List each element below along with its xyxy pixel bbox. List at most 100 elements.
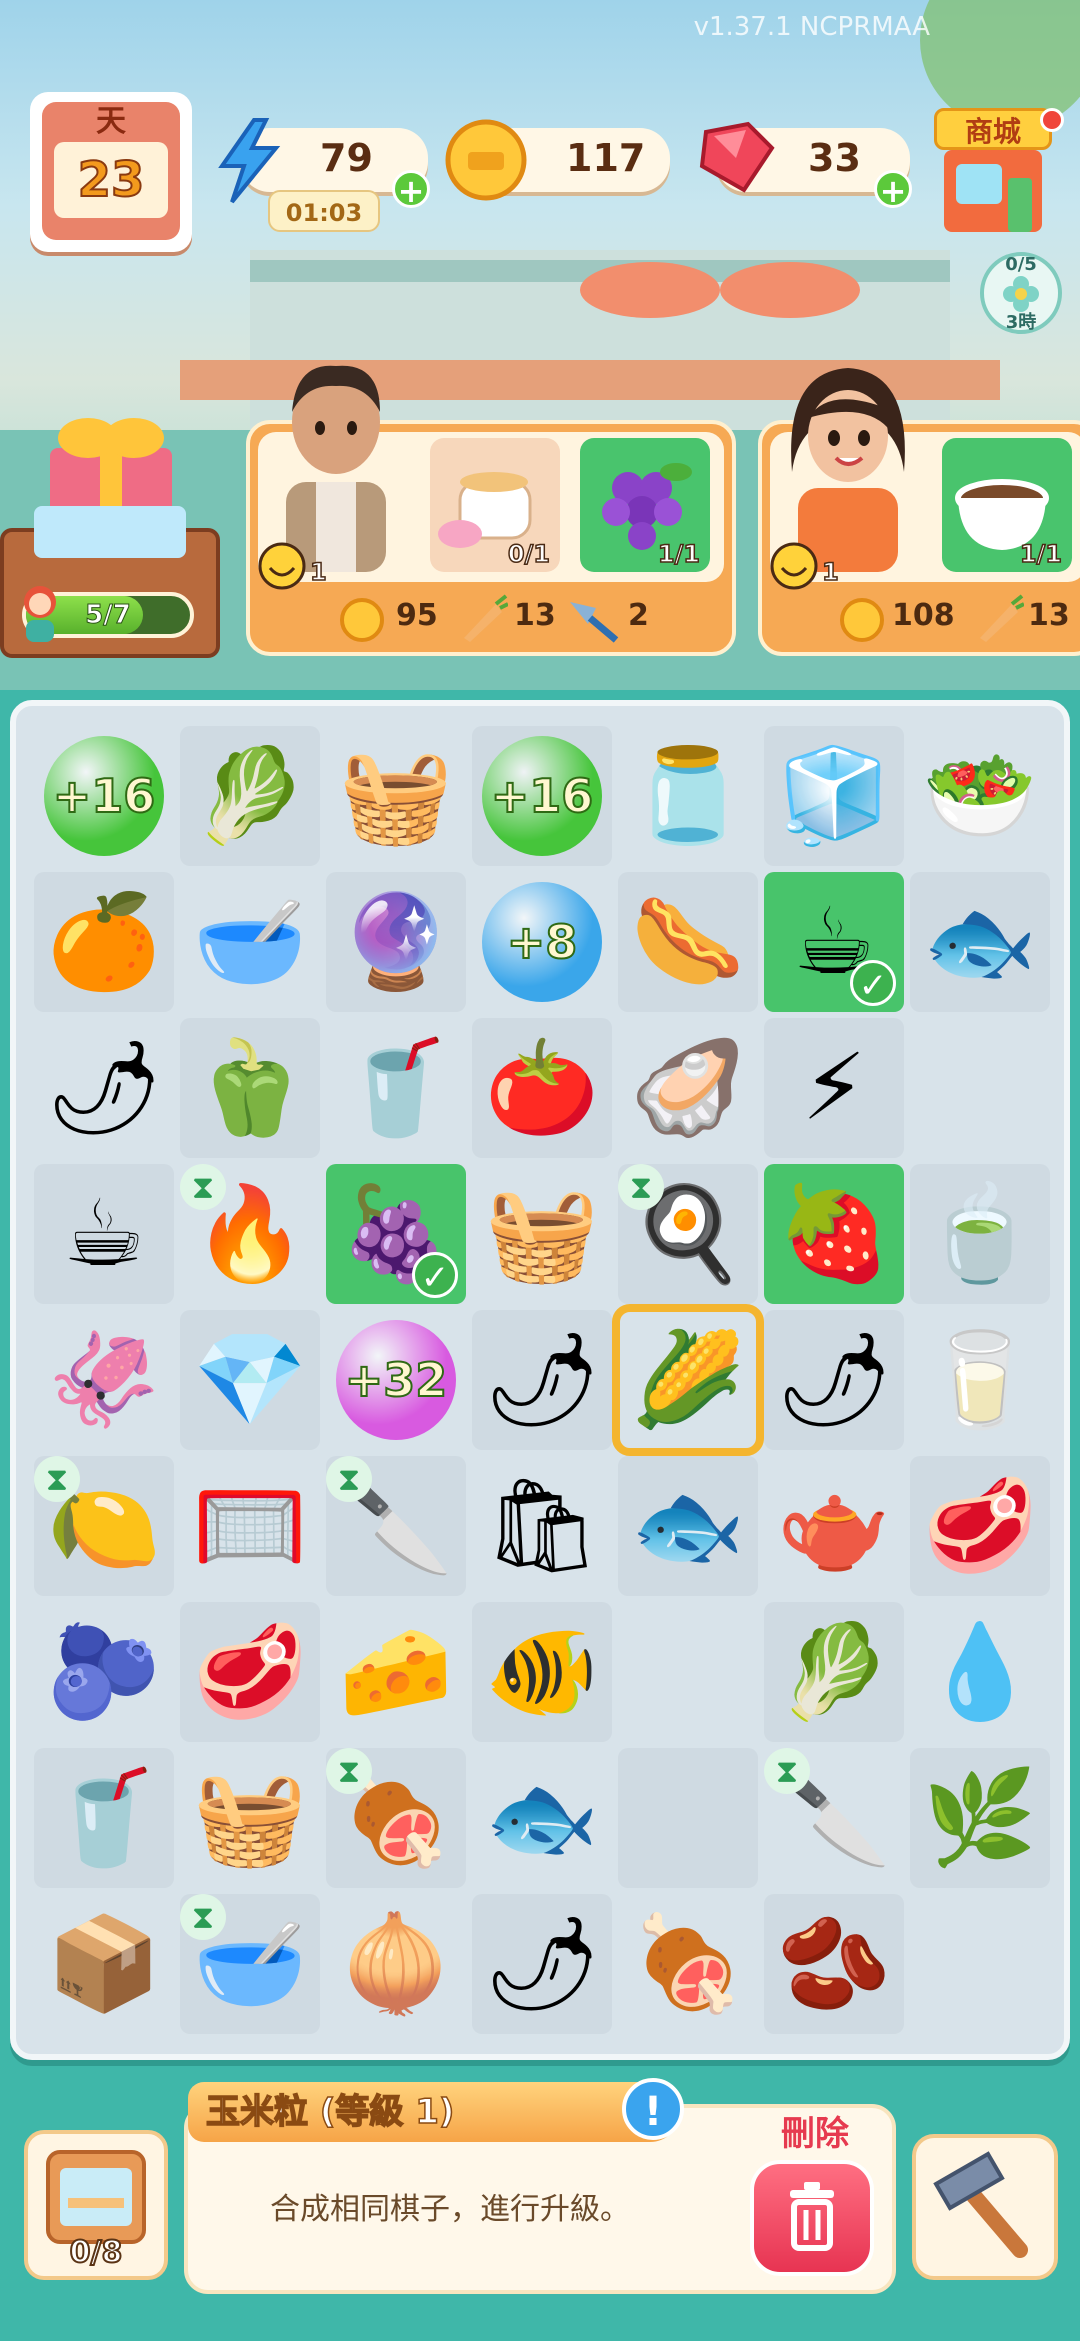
board-cell-grocery-bag[interactable]: 🛍 [472,1456,612,1596]
woman-customer-avatar [768,332,928,572]
board-cell-bass-fish[interactable]: 🐟 [472,1748,612,1888]
carrot-icon [980,594,1024,642]
board-cell-water-bottle[interactable]: 💧 [910,1602,1050,1742]
board-cell-sausage[interactable]: 🌭 [618,872,758,1012]
board-cell-purple-bubble[interactable]: +32 [326,1310,466,1450]
info-button[interactable]: ! [622,2078,684,2140]
energy-timer: 01:03 [268,190,380,232]
board-cell-scallions[interactable]: 🌿 [910,1748,1050,1888]
energy-bubble-icon: +16 [482,736,602,856]
board-cell-tea-bag[interactable]: 🍵 [910,1164,1050,1304]
cup-icon: 🥤 [338,1034,454,1141]
board-cell-meat-box[interactable]: 🥩 [910,1456,1050,1596]
board-cell-meat-crate[interactable]: 🥩 [180,1602,320,1742]
board-cell-bell-peppers[interactable]: 🫑 [180,1018,320,1158]
order-card-2[interactable]: 1/1 1 108 13 [758,368,1080,656]
order-card-1[interactable]: 0/1 1/1 1 95 13 2 [246,365,736,656]
board-cell-cup[interactable]: 🥤 [34,1748,174,1888]
board-cell-red-fish[interactable]: 🐟 [910,872,1050,1012]
ice-bin-icon: 🧊 [776,742,892,849]
add-gem-button[interactable]: + [874,170,912,209]
board-cell-juicer[interactable]: 🍋 ⧗ [34,1456,174,1596]
wooden-crate-icon: 📦 [46,1910,162,2017]
board-cell-grapes[interactable]: 🍇 ✓ [326,1164,466,1304]
meat-crate-icon: 🥩 [192,1618,308,1725]
shop-button[interactable]: 商城 [930,102,1056,234]
board-cell-grill[interactable]: 🔥 ⧗ [180,1164,320,1304]
energy-bubble-icon: +16 [44,736,164,856]
girl-avatar-icon [24,586,56,642]
board-cell-strawberry-basket[interactable]: 🧺 [472,1164,612,1304]
hourglass-icon: ⧗ [326,1748,372,1794]
board-cell-frying-pan[interactable]: 🍳 ⧗ [618,1164,758,1304]
calendar-day: 23 [54,142,168,218]
calendar-button[interactable]: 天 23 [30,92,192,252]
board-cell-fruit-basket[interactable]: 🧺 [180,1748,320,1888]
notification-dot [1040,108,1064,132]
board-cell-prep-table[interactable]: 🔪 ⧗ [764,1748,904,1888]
grocery-bag-icon: 🛍 [483,1472,601,1579]
board-cell-chili-plate[interactable]: 🌶 [764,1310,904,1450]
calendar-label: 天 [96,104,126,139]
hourglass-icon: ⧗ [764,1748,810,1794]
board-cell-chocolate-jar[interactable]: 🫙 [618,726,758,866]
storage-case-button[interactable]: 0/8 [24,2130,168,2280]
order-1-mood: 1 [309,557,327,587]
board-cell-red-fish[interactable]: 🐠 [472,1602,612,1742]
board-cell-energy-bubble[interactable]: +16 [472,726,612,866]
board-cell-salad-basket[interactable]: 🥗 [910,726,1050,866]
board-cell-cup[interactable]: 🥤 [326,1018,466,1158]
board-cell-onion[interactable]: 🧅 [326,1894,466,2034]
hourglass-icon: ⧗ [180,1894,226,1940]
board-cell-grill-stove[interactable]: 🍖 ⧗ [326,1748,466,1888]
board-cell-blue-net[interactable]: 🥅 [180,1456,320,1596]
board-cell-strawberry[interactable]: 🍓 [764,1164,904,1304]
board-cell-veg-basket[interactable]: 🧺 [326,726,466,866]
board-cell-cabbage[interactable]: 🥬 [764,1602,904,1742]
hourglass-icon: ⧗ [34,1456,80,1502]
board-cell-peanut-butter-bowl[interactable]: 🥣 [180,872,320,1012]
board-cell-ham[interactable]: 🍖 [618,1894,758,2034]
board-cell-tea-pot[interactable]: 🫖 [764,1456,904,1596]
board-cell-tomato[interactable]: 🍅 [472,1018,612,1158]
board-cell-chili-plate[interactable]: 🌶 [34,1018,174,1158]
board-cell-wooden-crate[interactable]: 📦 [34,1894,174,2034]
board-cell-ruby[interactable]: 💎 [180,1310,320,1450]
board-cell-cutting-board[interactable]: 🔪 ⧗ [326,1456,466,1596]
delete-button[interactable] [750,2160,874,2276]
board-cell-cheese[interactable]: 🧀 [326,1602,466,1742]
order-1-carrot-reward: 13 [514,598,556,633]
board-cell-glass-bowl[interactable]: 🥣 ⧗ [180,1894,320,2034]
tomato-icon: 🍅 [484,1034,600,1141]
shop-label: 商城 [934,108,1052,150]
board-cell-blue-generator[interactable]: 🔮 [326,872,466,1012]
board-cell-chili-plate[interactable]: 🌶 [472,1894,612,2034]
hammer-tool-button[interactable] [912,2134,1058,2280]
order-1-item-1-count: 0/1 [507,539,551,569]
board-cell-coffee-cup[interactable]: ☕ ✓ [764,872,904,1012]
board-cell-fish[interactable]: 🐟 [618,1456,758,1596]
water-bottle-icon: 💧 [922,1618,1038,1725]
board-cell-ice-bin[interactable]: 🧊 [764,726,904,866]
board-cell-coffee-machine[interactable]: ☕ [34,1164,174,1304]
storage-count: 0/8 [69,2234,124,2271]
add-energy-button[interactable]: + [392,170,430,209]
flower-event-button[interactable]: 0/5 3時 [980,252,1062,334]
board-cell-squid[interactable]: 🦑 [34,1310,174,1450]
board-cell-empty [910,1018,1050,1158]
board-cell-energy-bubble[interactable]: +16 [34,726,174,866]
board-cell-mussel[interactable]: 🦪 [618,1018,758,1158]
board-cell-blueberries[interactable]: 🫐 [34,1602,174,1742]
board-cell-chili-plate[interactable]: 🌶 [472,1310,612,1450]
board-cell-gem-bubble[interactable]: +8 [472,872,612,1012]
board-cell-coffee-beans[interactable]: 🫘 [764,1894,904,2034]
energy-bolts-icon: ⚡ [801,1034,867,1141]
board-cell-milk-bottle[interactable]: 🥛 [910,1310,1050,1450]
order-1-coin-reward: 95 [396,598,438,633]
man-customer-avatar [256,332,416,572]
version-label: v1.37.1 NCPRMAA [693,12,930,42]
board-cell-energy-bolts[interactable]: ⚡ [764,1018,904,1158]
chili-plate-icon: 🌶 [775,1326,893,1433]
board-cell-cabbage[interactable]: 🥬 [180,726,320,866]
board-cell-orange[interactable]: 🍊 [34,872,174,1012]
